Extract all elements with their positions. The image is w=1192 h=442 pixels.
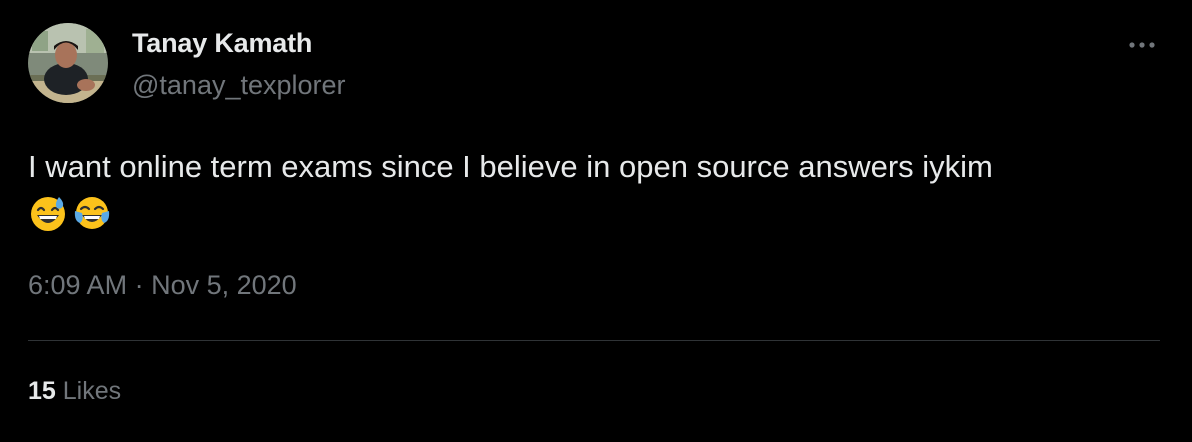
face-with-tears-of-joy-emoji bbox=[74, 197, 110, 229]
author-display-name[interactable]: Tanay Kamath bbox=[132, 28, 312, 59]
author-handle[interactable]: @tanay_texplorer bbox=[132, 70, 346, 101]
divider bbox=[28, 340, 1160, 341]
author-avatar[interactable] bbox=[28, 23, 108, 103]
likes-count: 15 bbox=[28, 377, 56, 405]
tweet-text: I want online term exams since I believe… bbox=[28, 149, 993, 184]
likes-link[interactable]: 15 Likes bbox=[28, 377, 121, 406]
tweet-time[interactable]: 6:09 AM bbox=[28, 270, 127, 300]
more-options-icon bbox=[1129, 42, 1155, 48]
likes-label: Likes bbox=[62, 377, 122, 405]
tweet-timestamp: 6:09 AM · Nov 5, 2020 bbox=[28, 270, 297, 301]
more-options-button[interactable] bbox=[1122, 30, 1162, 60]
grinning-face-with-sweat-emoji bbox=[31, 197, 65, 231]
tweet-date[interactable]: Nov 5, 2020 bbox=[151, 270, 297, 300]
tweet-card: Tanay Kamath @tanay_texplorer I want onl… bbox=[0, 0, 1192, 442]
tweet-emojis bbox=[28, 193, 112, 237]
profile-photo bbox=[28, 23, 108, 103]
timestamp-separator: · bbox=[134, 270, 152, 300]
